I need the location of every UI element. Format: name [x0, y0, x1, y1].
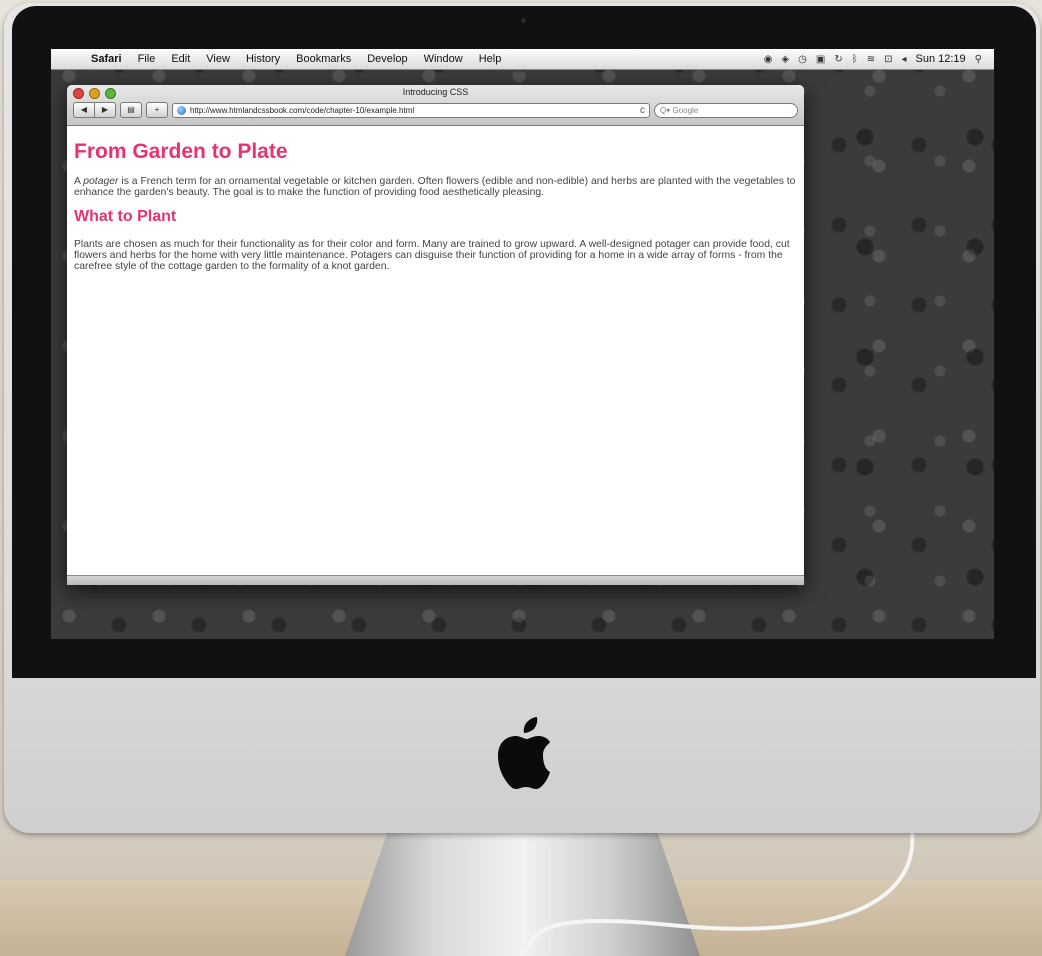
- safari-window: Introducing CSS ◀ ▶ ▤ + http://www.htmla…: [67, 85, 804, 585]
- menu-bookmarks[interactable]: Bookmarks: [288, 53, 359, 65]
- apple-logo-icon: [498, 717, 550, 789]
- intro-emphasis: potager: [83, 176, 119, 187]
- menu-history[interactable]: History: [238, 53, 288, 65]
- menu-develop[interactable]: Develop: [359, 53, 415, 65]
- globe-icon: [177, 105, 186, 115]
- search-placeholder: Q▾ Google: [660, 105, 699, 115]
- add-bookmark-button[interactable]: +: [146, 102, 168, 118]
- menu-help[interactable]: Help: [471, 53, 510, 65]
- intro-paragraph: A potager is a French term for an orname…: [74, 176, 797, 198]
- display-icon[interactable]: ▣: [816, 54, 825, 65]
- window-titlebar[interactable]: Introducing CSS ◀ ▶ ▤ + http://www.htmla…: [67, 85, 804, 126]
- sync-icon[interactable]: ↻: [834, 54, 842, 65]
- intro-suffix: is a French term for an ornamental veget…: [74, 176, 796, 198]
- flag-icon[interactable]: ⊡: [884, 54, 892, 65]
- page-content: From Garden to Plate A potager is a Fren…: [67, 126, 804, 284]
- window-resize-bar[interactable]: [67, 575, 804, 585]
- isight-camera: [521, 18, 526, 23]
- back-button[interactable]: ◀: [73, 102, 95, 118]
- growl-icon[interactable]: ◉: [764, 54, 773, 65]
- nav-buttons: ◀ ▶: [73, 102, 116, 118]
- reload-button[interactable]: c: [640, 105, 645, 116]
- address-bar[interactable]: http://www.htmlandcssbook.com/code/chapt…: [172, 102, 650, 118]
- menu-app-name[interactable]: Safari: [83, 53, 130, 65]
- menu-view[interactable]: View: [198, 53, 238, 65]
- menu-file[interactable]: File: [130, 53, 164, 65]
- page-heading: From Garden to Plate: [74, 140, 288, 163]
- clock[interactable]: Sun 12:19: [916, 53, 966, 65]
- power-cable: [520, 830, 915, 956]
- url-text[interactable]: http://www.htmlandcssbook.com/code/chapt…: [190, 106, 636, 115]
- section-paragraph: Plants are chosen as much for their func…: [74, 239, 790, 272]
- intro-prefix: A: [74, 176, 84, 187]
- desktop-screen: Safari File Edit View History Bookmarks …: [51, 49, 994, 639]
- bluetooth-icon[interactable]: ᛒ: [852, 54, 858, 65]
- status-menus: ◉ ◈ ◷ ▣ ↻ ᛒ ≋ ⊡ ◂ Sun 12:19 ⚲: [764, 53, 994, 65]
- section-heading: What to Plant: [74, 208, 177, 225]
- time-machine-icon[interactable]: ◷: [798, 54, 807, 65]
- menu-window[interactable]: Window: [416, 53, 471, 65]
- volume-icon[interactable]: ◂: [901, 54, 906, 65]
- menu-bar: Safari File Edit View History Bookmarks …: [51, 49, 994, 70]
- menu-edit[interactable]: Edit: [163, 53, 198, 65]
- evernote-icon[interactable]: ◈: [781, 54, 789, 65]
- forward-button[interactable]: ▶: [95, 102, 116, 118]
- spotlight-icon[interactable]: ⚲: [975, 54, 982, 65]
- browser-toolbar: ◀ ▶ ▤ + http://www.htmlandcssbook.com/co…: [73, 101, 798, 119]
- bookmarks-icon[interactable]: ▤: [120, 102, 142, 118]
- window-title: Introducing CSS: [402, 87, 469, 97]
- wifi-icon[interactable]: ≋: [867, 54, 875, 65]
- search-field[interactable]: Q▾ Google: [654, 102, 798, 118]
